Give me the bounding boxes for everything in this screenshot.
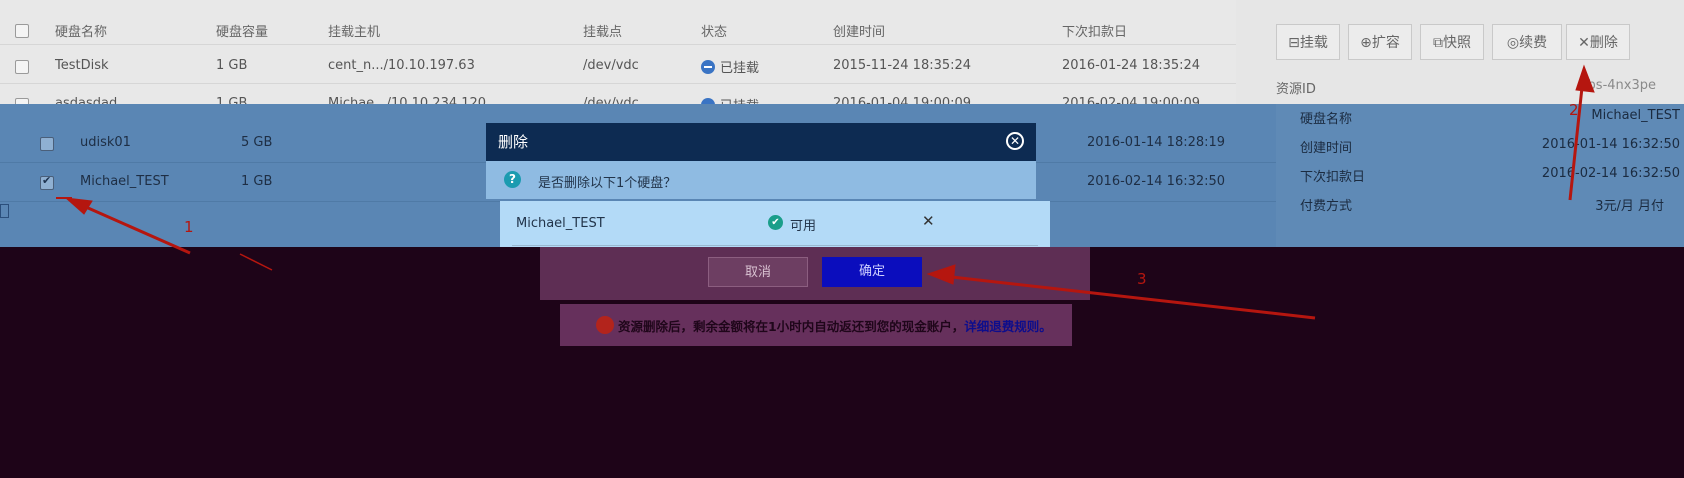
arrow-2-head bbox=[1575, 64, 1595, 93]
annotation-number-2: 2 bbox=[1569, 101, 1579, 119]
arrow-3-shaft bbox=[933, 273, 1316, 320]
annotation-number-3: 3 bbox=[1137, 270, 1147, 288]
arrow-2-shaft bbox=[1568, 77, 1585, 201]
annotation-number-1: 1 bbox=[184, 218, 194, 236]
arrow-1-head bbox=[64, 197, 93, 215]
annotation-arrows bbox=[56, 64, 1595, 320]
arrow-1-mark bbox=[239, 253, 273, 271]
arrow-3-head bbox=[926, 264, 956, 285]
